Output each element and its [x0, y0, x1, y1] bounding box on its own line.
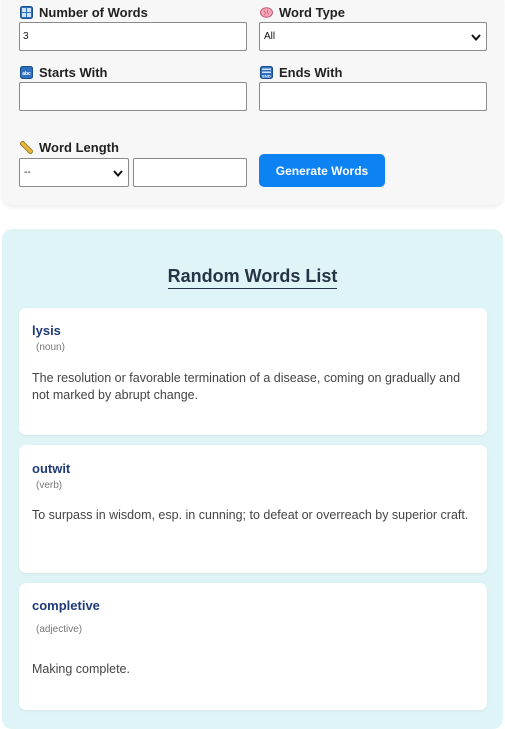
svg-text:END: END — [262, 73, 271, 78]
word-card: completive (adjective) Making complete. — [19, 583, 487, 710]
word-name: completive — [32, 598, 100, 613]
word-part-of-speech: (verb) — [36, 480, 63, 491]
ruler-icon — [20, 140, 33, 154]
number-of-words-input[interactable] — [19, 22, 247, 51]
brain-icon — [260, 6, 273, 19]
list-title: Random Words List — [0, 266, 505, 289]
generate-words-button[interactable]: Generate Words — [259, 154, 385, 187]
ends-with-label: END Ends With — [260, 64, 342, 80]
word-definition: The resolution or favorable termination … — [32, 371, 461, 402]
svg-text:abc: abc — [22, 71, 31, 77]
starts-with-label: abc Starts With — [20, 64, 108, 80]
chevron-down-icon — [471, 33, 481, 41]
word-name: lysis — [32, 323, 61, 338]
word-name: outwit — [32, 461, 71, 476]
word-card: lysis (noun) The resolution or favorable… — [19, 308, 487, 435]
chevron-down-icon — [113, 169, 123, 177]
starts-with-input[interactable] — [19, 82, 247, 111]
number-of-words-label: Number of Words — [20, 4, 148, 20]
abc-icon: abc — [20, 65, 33, 79]
word-length-select[interactable]: -- — [19, 158, 129, 187]
word-card: outwit (verb) To surpass in wisdom, esp.… — [19, 445, 487, 573]
numbers-icon — [20, 5, 33, 19]
end-icon: END — [260, 65, 273, 79]
word-type-label: Word Type — [260, 4, 345, 20]
word-part-of-speech: (adjective) — [36, 624, 83, 635]
ends-with-input[interactable] — [259, 82, 487, 111]
word-part-of-speech: (noun) — [36, 342, 65, 353]
word-type-select[interactable]: All — [259, 22, 487, 51]
word-definition: To surpass in wisdom, esp. in cunning; t… — [32, 508, 469, 522]
word-definition: Making complete. — [32, 662, 130, 676]
word-length-input[interactable] — [133, 158, 247, 187]
word-length-label: Word Length — [20, 139, 119, 155]
